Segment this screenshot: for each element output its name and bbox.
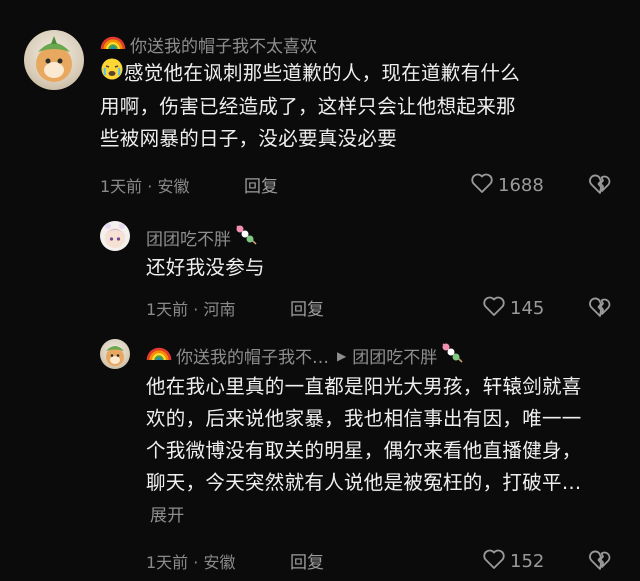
comment-username[interactable]: 你送我的帽子我不太喜欢 (100, 32, 317, 57)
like-button[interactable]: 1688 (470, 172, 544, 199)
comment-list: 你送我的帽子我不太喜欢 感觉他在讽刺那些道歉的人，现在道歉有什么用啊，伤害已经造… (0, 0, 640, 581)
heart-icon (482, 548, 506, 575)
reply-button[interactable]: 回复 (244, 172, 278, 197)
like-button[interactable]: 152 (482, 548, 544, 575)
username-text: 你送我的帽子我不… (176, 348, 329, 368)
username-text: 团团吃不胖 (146, 230, 231, 250)
comment-username[interactable]: 你送我的帽子我不… ▶ 团团吃不胖 (146, 342, 465, 369)
comment-time-location: 1天前 · 安徽 (146, 553, 236, 572)
heart-icon (482, 295, 506, 322)
avatar[interactable] (100, 339, 130, 369)
comment-text: 还好我没参与 (146, 256, 265, 279)
expand-link[interactable]: 展开 (150, 506, 185, 526)
reply-to-username[interactable]: 团团吃不胖 (352, 343, 437, 368)
like-count: 1688 (498, 175, 544, 196)
comment-username[interactable]: 团团吃不胖 (146, 224, 259, 251)
reply-item: 团团吃不胖 还好我没参与 1天前 · 河南 回复 145 (0, 215, 640, 333)
username-text: 你送我的帽子我不太喜欢 (130, 37, 317, 57)
broken-heart-icon (588, 550, 612, 575)
comment-text: 感觉他在讽刺那些道歉的人，现在道歉有什么用啊，伤害已经造成了，这样只会让他想起来… (100, 57, 520, 155)
crying-emoji-icon (100, 57, 124, 91)
heart-icon (470, 172, 494, 199)
like-button[interactable]: 145 (482, 295, 544, 322)
comment-text: 他在我心里真的一直都是阳光大男孩，轩辕剑就喜欢的，后来说他家暴，我也相信事出有因… (146, 375, 582, 526)
rainbow-icon (100, 33, 126, 56)
broken-heart-icon (588, 297, 612, 322)
reply-to-arrow-icon: ▶ (337, 348, 347, 363)
reply-item: 你送我的帽子我不… ▶ 团团吃不胖 他在我心里真的一直都是阳光大男孩，轩辕剑就喜… (0, 333, 640, 581)
dislike-button[interactable] (588, 549, 612, 575)
comment-time-location: 1天前 · 河南 (146, 300, 236, 319)
comment-item: 你送我的帽子我不太喜欢 感觉他在讽刺那些道歉的人，现在道歉有什么用啊，伤害已经造… (0, 0, 640, 215)
dislike-button[interactable] (588, 296, 612, 322)
tanghulu-icon (233, 224, 259, 251)
like-count: 152 (510, 551, 545, 572)
reply-button[interactable]: 回复 (290, 295, 324, 320)
comment-time-location: 1天前 · 安徽 (100, 177, 190, 196)
like-count: 145 (510, 298, 545, 319)
broken-heart-icon (588, 174, 612, 199)
avatar[interactable] (100, 221, 130, 251)
rainbow-icon (146, 344, 172, 367)
avatar[interactable] (24, 30, 84, 90)
tanghulu-icon (439, 342, 465, 369)
reply-button[interactable]: 回复 (290, 548, 324, 573)
dislike-button[interactable] (588, 173, 612, 199)
